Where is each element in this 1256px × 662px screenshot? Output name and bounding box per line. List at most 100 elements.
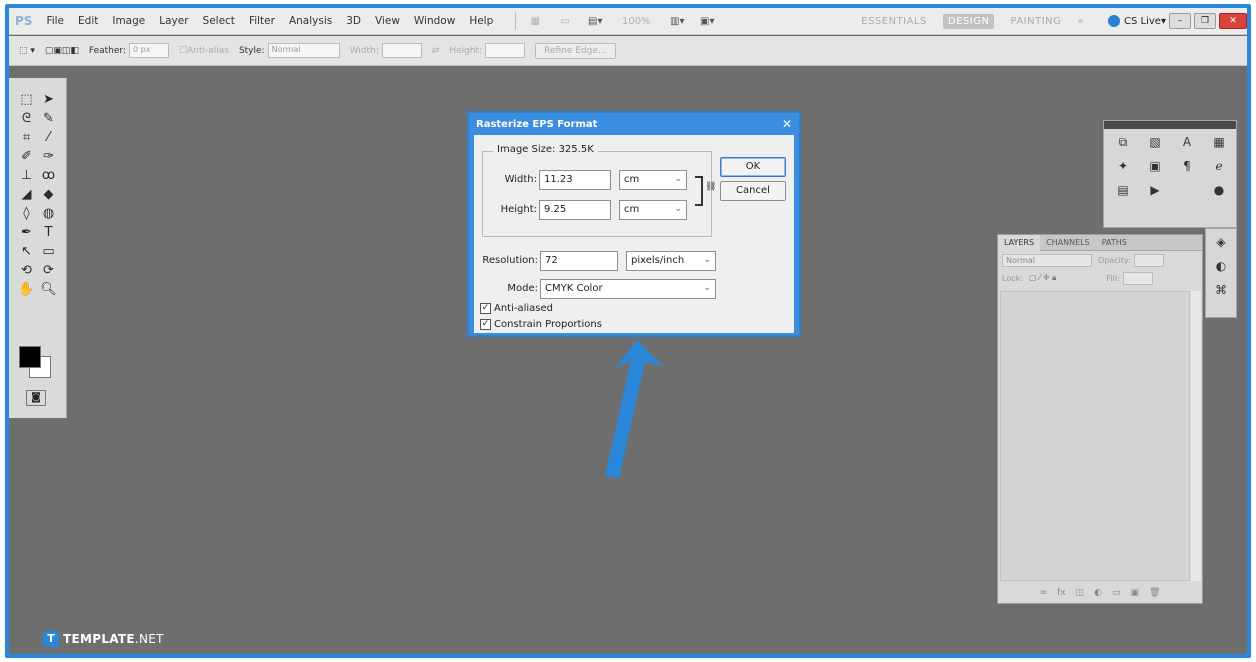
panel-collapse-bar[interactable] (1104, 121, 1236, 129)
view-extras-icon[interactable]: ▤▾ (584, 13, 606, 29)
height-field[interactable]: 9.25 (539, 200, 611, 220)
layers-list[interactable] (1000, 291, 1190, 581)
menu-filter[interactable]: Filter (249, 15, 275, 27)
character-icon[interactable]: A (1172, 135, 1202, 159)
history-icon[interactable]: ▧ (1140, 135, 1170, 159)
pen-tool-icon[interactable]: ✒ (16, 224, 38, 242)
menu-select[interactable]: Select (203, 15, 235, 27)
layer-style-icon[interactable]: fx (1057, 588, 1066, 598)
opacity-input[interactable] (1133, 253, 1164, 267)
menu-help[interactable]: Help (469, 15, 493, 27)
layers-icon[interactable]: ◈ (1206, 235, 1236, 259)
adjustments-icon[interactable]: ⧉ (1108, 135, 1138, 159)
eyedropper-tool-icon[interactable]: ⁄ (38, 129, 60, 147)
workspace-essentials[interactable]: ESSENTIALS (861, 16, 927, 27)
refine-edge-button[interactable]: Refine Edge... (535, 42, 616, 59)
feather-input[interactable]: 0 px (129, 43, 169, 58)
trash-icon[interactable]: 🗑︎ (1149, 588, 1160, 598)
menu-edit[interactable]: Edit (78, 15, 98, 27)
marquee-tool-icon[interactable]: ⬚ (16, 91, 38, 109)
brush-tool-icon[interactable]: ✑ (38, 148, 60, 166)
brush-presets-icon[interactable]: ℯ (1204, 159, 1234, 183)
zoom-level[interactable]: 100% (614, 13, 658, 29)
tab-paths[interactable]: PATHS (1096, 238, 1133, 247)
type-tool-icon[interactable]: T (38, 224, 60, 242)
quick-mask-icon[interactable]: ◙ (26, 390, 46, 406)
close-icon[interactable]: ✕ (782, 117, 792, 131)
workspace-painting[interactable]: PAINTING (1010, 16, 1061, 27)
selection-mode-icons[interactable]: ▢▣◫◧ (45, 46, 79, 56)
hand-tool-icon[interactable]: ✋ (16, 281, 38, 299)
info-panel-icon[interactable]: ▤ (1108, 183, 1138, 207)
3d-orbit-icon[interactable]: ⟳ (38, 262, 60, 280)
mode-select[interactable]: CMYK Color ⌄ (540, 279, 716, 299)
crop-tool-icon[interactable]: ⌗ (16, 129, 38, 147)
menu-layer[interactable]: Layer (159, 15, 188, 27)
minibridge-icon[interactable]: ▭ (554, 13, 576, 29)
actions-icon[interactable]: ▶ (1140, 183, 1170, 207)
width-unit-select[interactable]: cm ⌄ (619, 170, 687, 190)
3d-rotate-icon[interactable]: ⟲ (16, 262, 38, 280)
swatches-icon[interactable]: ▦ (1204, 135, 1234, 159)
ok-button[interactable]: OK (720, 157, 786, 177)
width-field[interactable]: 11.23 (539, 170, 611, 190)
healing-brush-icon[interactable]: ✐ (16, 148, 38, 166)
link-layers-icon[interactable]: ∞ (1040, 588, 1048, 598)
cs-live-menu[interactable]: CS Live ▾ (1108, 15, 1166, 27)
tab-layers[interactable]: LAYERS (998, 234, 1041, 251)
foreground-color-swatch[interactable] (19, 346, 41, 368)
layer-mask-icon[interactable]: ◫ (1076, 588, 1085, 598)
tab-channels[interactable]: CHANNELS (1040, 238, 1096, 247)
menu-analysis[interactable]: Analysis (289, 15, 332, 27)
shape-tool-icon[interactable]: ▭ (38, 243, 60, 261)
constrain-proportions-checkbox[interactable]: ✓ Constrain Proportions (480, 319, 602, 330)
history-brush-icon[interactable]: ꝏ (38, 167, 60, 185)
zoom-tool-icon[interactable]: 🔍︎ (38, 281, 60, 299)
marquee-tool-preset-icon[interactable]: ⬚ ▾ (19, 46, 35, 56)
workspace-design[interactable]: DESIGN (942, 13, 995, 29)
fill-input[interactable] (1122, 271, 1153, 285)
antialiased-checkbox[interactable]: ✓ Anti-aliased (480, 303, 553, 314)
move-tool-icon[interactable]: ➤ (38, 91, 60, 109)
quick-selection-icon[interactable]: ✎ (38, 110, 60, 128)
dodge-tool-icon[interactable]: ◍ (38, 205, 60, 223)
bridge-icon[interactable]: ▦ (524, 13, 546, 29)
paragraph-icon[interactable]: ¶ (1172, 159, 1202, 183)
menu-image[interactable]: Image (112, 15, 145, 27)
height-unit-select[interactable]: cm ⌄ (619, 200, 687, 220)
menu-file[interactable]: File (46, 15, 64, 27)
blend-mode-select[interactable]: Normal (1002, 253, 1092, 267)
new-group-icon[interactable]: ▭ (1112, 588, 1121, 598)
blur-tool-icon[interactable]: ◊ (16, 205, 38, 223)
height-input[interactable] (485, 43, 526, 58)
minimize-button[interactable]: – (1169, 13, 1191, 29)
menu-window[interactable]: Window (414, 15, 455, 27)
menu-view[interactable]: View (375, 15, 400, 27)
path-selection-icon[interactable]: ↖ (16, 243, 38, 261)
workspace-more[interactable]: » (1077, 16, 1084, 27)
menu-3d[interactable]: 3D (346, 15, 361, 27)
new-layer-icon[interactable]: ▣ (1130, 588, 1139, 598)
close-button[interactable]: ✕ (1219, 13, 1247, 29)
style-select[interactable]: Normal (267, 43, 340, 58)
lock-icons[interactable]: ▢ ⁄ ✛ 🔒︎ (1029, 273, 1056, 283)
resolution-field[interactable]: 72 (540, 251, 618, 271)
styles-icon[interactable]: ✦ (1108, 159, 1138, 183)
info-icon[interactable]: ● (1204, 183, 1234, 207)
gradient-tool-icon[interactable]: ◆ (38, 186, 60, 204)
navigator-icon[interactable]: ▣ (1140, 159, 1170, 183)
dialog-titlebar[interactable]: Rasterize EPS Format ✕ (474, 116, 794, 132)
lasso-tool-icon[interactable]: ᘓ (16, 110, 38, 128)
antialias-checkbox[interactable]: ☐ (179, 46, 187, 56)
resolution-unit-select[interactable]: pixels/inch ⌄ (626, 251, 716, 271)
cancel-button[interactable]: Cancel (720, 181, 786, 201)
layers-scrollbar[interactable] (1191, 291, 1201, 581)
channels-icon[interactable]: ◐ (1206, 259, 1236, 283)
screen-mode-icon[interactable]: ▣▾ (696, 13, 718, 29)
adjustment-layer-icon[interactable]: ◐ (1094, 588, 1102, 598)
swap-icon[interactable]: ⇄ (432, 46, 440, 56)
paths-icon[interactable]: ⌘ (1206, 283, 1236, 307)
width-input[interactable] (381, 43, 422, 58)
eraser-tool-icon[interactable]: ◢ (16, 186, 38, 204)
clone-stamp-icon[interactable]: ⊥ (16, 167, 38, 185)
